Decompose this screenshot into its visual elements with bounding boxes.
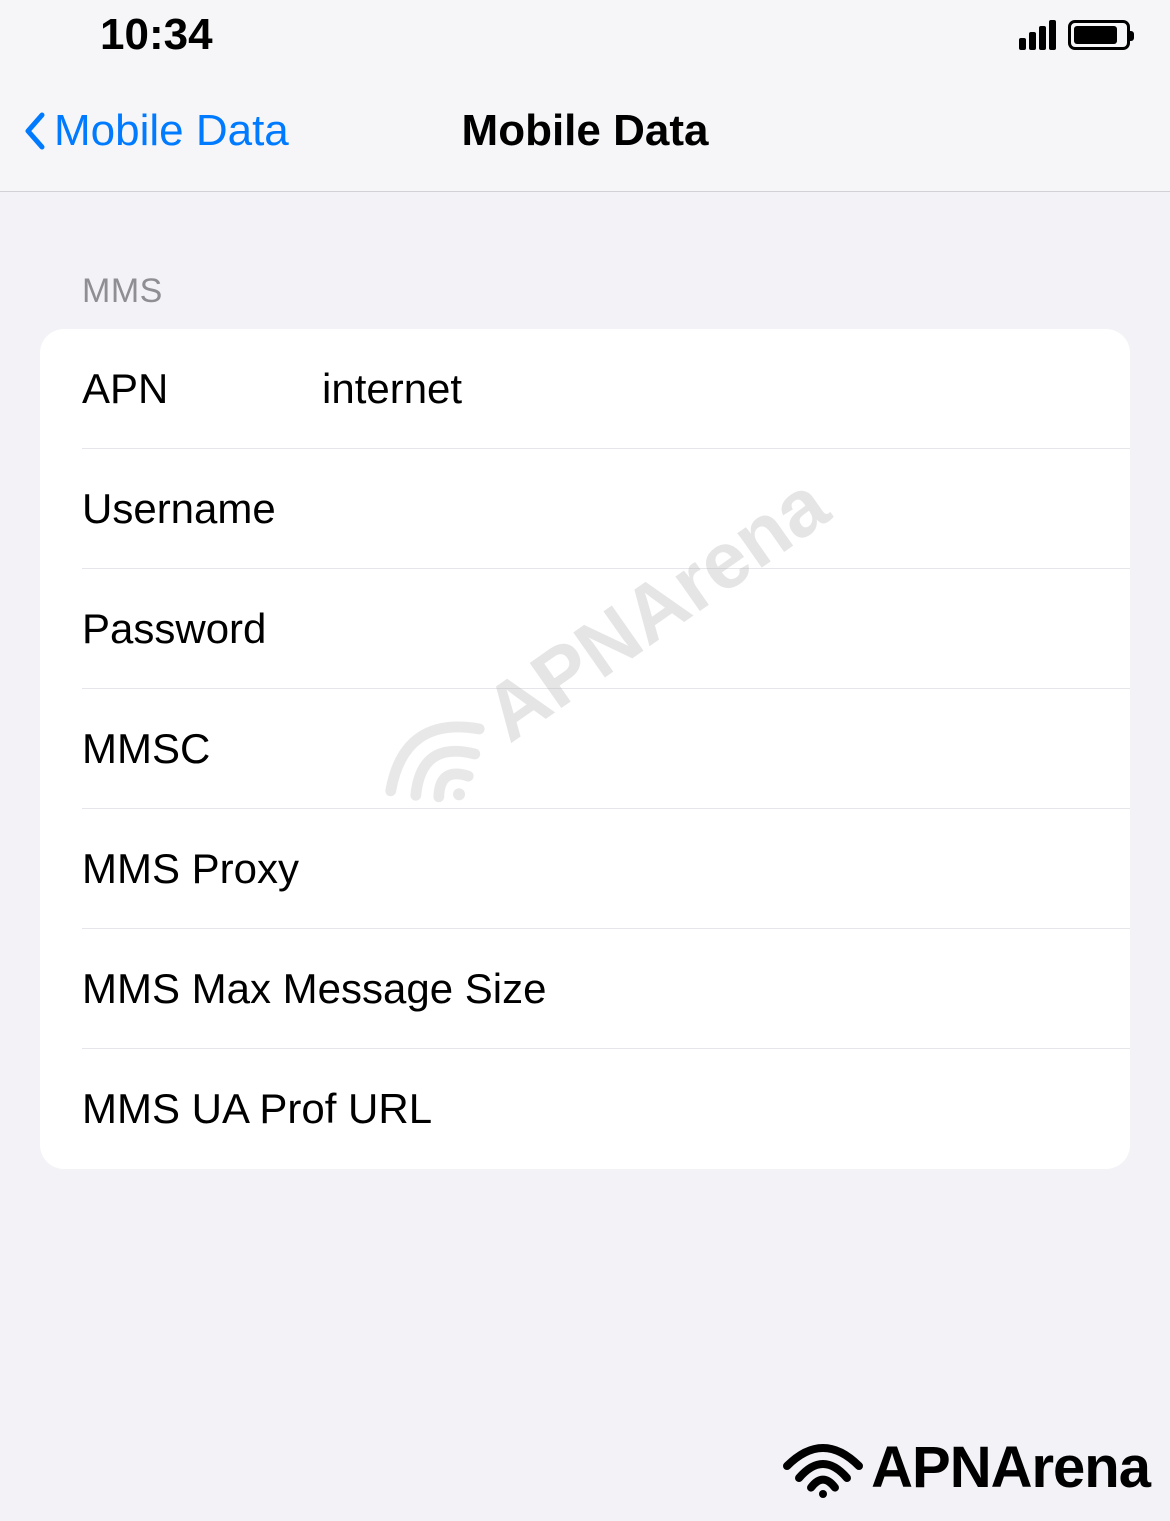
mms-proxy-row[interactable]: MMS Proxy <box>40 809 1130 929</box>
chevron-left-icon <box>22 111 46 151</box>
mms-proxy-input[interactable] <box>299 845 1130 893</box>
password-row[interactable]: Password <box>40 569 1130 689</box>
navigation-bar: Mobile Data Mobile Data <box>0 70 1170 192</box>
status-time: 10:34 <box>100 10 213 60</box>
apn-input[interactable] <box>322 365 1130 413</box>
password-label: Password <box>82 605 322 653</box>
password-input[interactable] <box>322 605 1130 653</box>
mms-ua-prof-label: MMS UA Prof URL <box>82 1085 432 1133</box>
back-label: Mobile Data <box>54 106 289 156</box>
username-row[interactable]: Username <box>40 449 1130 569</box>
mmsc-label: MMSC <box>82 725 322 773</box>
mmsc-input[interactable] <box>322 725 1130 773</box>
content-area: MMS APN Username Password MMSC MMS Proxy… <box>0 192 1170 1169</box>
section-header-mms: MMS <box>40 272 1130 329</box>
page-title: Mobile Data <box>462 106 709 156</box>
mms-max-size-row[interactable]: MMS Max Message Size <box>40 929 1130 1049</box>
status-bar: 10:34 <box>0 0 1170 70</box>
apnarena-logo: APNArena <box>783 1434 1150 1501</box>
apn-row[interactable]: APN <box>40 329 1130 449</box>
status-indicators <box>1019 20 1130 50</box>
apn-label: APN <box>82 365 322 413</box>
logo-text: APNArena <box>871 1434 1150 1501</box>
mms-proxy-label: MMS Proxy <box>82 845 299 893</box>
mms-ua-prof-row[interactable]: MMS UA Prof URL <box>40 1049 1130 1169</box>
battery-icon <box>1068 20 1130 50</box>
cellular-signal-icon <box>1019 20 1056 50</box>
mms-ua-prof-input[interactable] <box>432 1085 1130 1133</box>
mmsc-row[interactable]: MMSC <box>40 689 1130 809</box>
mms-max-size-input[interactable] <box>546 965 1130 1013</box>
mms-max-size-label: MMS Max Message Size <box>82 965 546 1013</box>
back-button[interactable]: Mobile Data <box>0 106 289 156</box>
mms-settings-group: APN Username Password MMSC MMS Proxy MMS… <box>40 329 1130 1169</box>
wifi-icon <box>783 1438 863 1498</box>
username-label: Username <box>82 485 322 533</box>
username-input[interactable] <box>322 485 1130 533</box>
